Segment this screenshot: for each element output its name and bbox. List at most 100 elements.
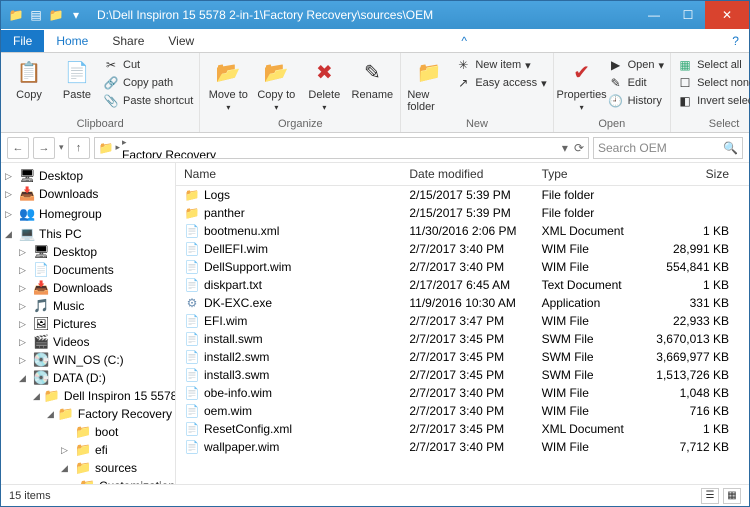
move-to-button[interactable]: 📂Move to▾	[206, 55, 250, 112]
col-name[interactable]: Name	[176, 163, 401, 186]
group-open-label: Open	[560, 118, 664, 132]
table-row[interactable]: 📄oem.wim2/7/2017 3:40 PMWIM File716 KB	[176, 402, 749, 420]
table-row[interactable]: ⚙DK-EXC.exe11/9/2016 10:30 AMApplication…	[176, 294, 749, 312]
table-row[interactable]: 📄EFI.wim2/7/2017 3:47 PMWIM File22,933 K…	[176, 312, 749, 330]
tree-node[interactable]: 📁Customizations	[1, 477, 175, 484]
table-row[interactable]: 📄diskpart.txt2/17/2017 6:45 AMText Docum…	[176, 276, 749, 294]
view-large-icon[interactable]: ▦	[723, 488, 741, 504]
tree-node[interactable]: ◢💻This PC	[1, 225, 175, 243]
chevron-right-icon: ▸	[122, 137, 127, 147]
search-placeholder: Search OEM	[598, 141, 667, 155]
tree-node[interactable]: ▷📄Documents	[1, 261, 175, 279]
help-icon[interactable]: ?	[722, 30, 749, 52]
col-size[interactable]: Size	[641, 163, 749, 186]
qat-dropdown-icon[interactable]: ▾	[67, 6, 85, 24]
tree-node[interactable]: 📁boot	[1, 423, 175, 441]
table-row[interactable]: 📄wallpaper.wim2/7/2017 3:40 PMWIM File7,…	[176, 438, 749, 456]
edit-button[interactable]: ✎Edit	[608, 75, 664, 91]
tree-node[interactable]: ▷🖼Pictures	[1, 315, 175, 333]
group-clipboard-label: Clipboard	[7, 118, 193, 132]
titlebar: 📁 ▤ 📁 ▾ D:\Dell Inspiron 15 5578 2-in-1\…	[1, 1, 749, 29]
tab-view[interactable]: View	[156, 30, 206, 52]
table-row[interactable]: 📄obe-info.wim2/7/2017 3:40 PMWIM File1,0…	[176, 384, 749, 402]
new-item-button[interactable]: ✳New item ▾	[455, 57, 546, 73]
tab-share[interactable]: Share	[100, 30, 156, 52]
tree-node[interactable]: ▷💽WIN_OS (C:)	[1, 351, 175, 369]
search-icon: 🔍	[723, 141, 738, 155]
table-row[interactable]: 📄install.swm2/7/2017 3:45 PMSWM File3,67…	[176, 330, 749, 348]
window-title: D:\Dell Inspiron 15 5578 2-in-1\Factory …	[93, 8, 637, 22]
invert-selection-button[interactable]: ◧Invert selection	[677, 93, 750, 109]
tree-node[interactable]: ▷📥Downloads	[1, 279, 175, 297]
ribbon: 📋Copy 📄Paste ✂Cut 🔗Copy path 📎Paste shor…	[1, 53, 749, 133]
tab-file[interactable]: File	[1, 30, 44, 52]
copy-path-button[interactable]: 🔗Copy path	[103, 75, 193, 91]
qat-newfolder-icon[interactable]: 📁	[47, 6, 65, 24]
minimize-button[interactable]: —	[637, 1, 671, 29]
table-row[interactable]: 📁panther2/15/2017 5:39 PMFile folder	[176, 204, 749, 222]
explorer-icon: 📁	[7, 6, 25, 24]
history-button[interactable]: 🕘History	[608, 93, 664, 109]
new-folder-button[interactable]: 📁New folder	[407, 55, 451, 113]
navbar: ← → ▾ ↑ 📁▸ This PC▸DATA (D:)▸Dell Inspir…	[1, 133, 749, 163]
table-row[interactable]: 📄ResetConfig.xml2/7/2017 3:45 PMXML Docu…	[176, 420, 749, 438]
copy-button[interactable]: 📋Copy	[7, 55, 51, 101]
tree-node[interactable]: ▷🎬Videos	[1, 333, 175, 351]
table-row[interactable]: 📄DellSupport.wim2/7/2017 3:40 PMWIM File…	[176, 258, 749, 276]
table-row[interactable]: 📄install2.swm2/7/2017 3:45 PMSWM File3,6…	[176, 348, 749, 366]
quick-access-toolbar: 📁 ▤ 📁 ▾	[7, 6, 85, 24]
up-button[interactable]: ↑	[68, 137, 90, 159]
back-button[interactable]: ←	[7, 137, 29, 159]
tree-node[interactable]: ▷🖥Desktop	[1, 167, 175, 185]
ribbon-collapse-icon[interactable]: ^	[451, 30, 477, 52]
group-select: ▦Select all ☐Select none ◧Invert selecti…	[671, 53, 750, 132]
tree-node[interactable]: ◢💽DATA (D:)	[1, 369, 175, 387]
rename-button[interactable]: ✎Rename	[350, 55, 394, 101]
tree-node[interactable]: ▷📥Downloads	[1, 185, 175, 203]
close-button[interactable]: ✕	[705, 1, 749, 29]
open-button[interactable]: ▶Open ▾	[608, 57, 664, 73]
refresh-icon[interactable]: ⟳	[570, 141, 584, 155]
search-box[interactable]: Search OEM 🔍	[593, 137, 743, 159]
cut-button[interactable]: ✂Cut	[103, 57, 193, 73]
recent-locations-icon[interactable]: ▾	[59, 142, 64, 153]
content: ▷🖥Desktop▷📥Downloads▷👥Homegroup◢💻This PC…	[1, 163, 749, 484]
delete-button[interactable]: ✖Delete▾	[302, 55, 346, 112]
table-row[interactable]: 📁Logs2/15/2017 5:39 PMFile folder	[176, 186, 749, 205]
group-organize: 📂Move to▾ 📂Copy to▾ ✖Delete▾ ✎Rename Org…	[200, 53, 401, 132]
tree-node[interactable]: ▷👥Homegroup	[1, 205, 175, 223]
col-date[interactable]: Date modified	[401, 163, 533, 186]
easy-access-button[interactable]: ↗Easy access ▾	[455, 75, 546, 91]
forward-button[interactable]: →	[33, 137, 55, 159]
paste-shortcut-button[interactable]: 📎Paste shortcut	[103, 93, 193, 109]
properties-button[interactable]: ✔Properties▾	[560, 55, 604, 112]
group-organize-label: Organize	[206, 118, 394, 132]
view-details-icon[interactable]: ☰	[701, 488, 719, 504]
qat-properties-icon[interactable]: ▤	[27, 6, 45, 24]
group-clipboard: 📋Copy 📄Paste ✂Cut 🔗Copy path 📎Paste shor…	[1, 53, 200, 132]
tree-node[interactable]: ▷🖥Desktop	[1, 243, 175, 261]
tree-node[interactable]: ◢📁Factory Recovery	[1, 405, 175, 423]
select-none-button[interactable]: ☐Select none	[677, 75, 750, 91]
tree-node[interactable]: ▷📁efi	[1, 441, 175, 459]
tree-node[interactable]: ▷🎵Music	[1, 297, 175, 315]
address-dropdown-icon[interactable]: ▾	[562, 141, 568, 155]
address-bar[interactable]: 📁▸ This PC▸DATA (D:)▸Dell Inspiron 15 55…	[94, 137, 589, 159]
select-all-button[interactable]: ▦Select all	[677, 57, 750, 73]
table-row[interactable]: 📄install3.swm2/7/2017 3:45 PMSWM File1,5…	[176, 366, 749, 384]
table-row[interactable]: 📄DellEFI.wim2/7/2017 3:40 PMWIM File28,9…	[176, 240, 749, 258]
breadcrumb-3[interactable]: Factory Recovery	[122, 148, 269, 159]
tab-home[interactable]: Home	[44, 30, 100, 52]
tree-node[interactable]: ◢📁Dell Inspiron 15 5578 2-in-1	[1, 387, 175, 405]
file-list[interactable]: Name Date modified Type Size 📁Logs2/15/2…	[176, 163, 749, 484]
maximize-button[interactable]: ☐	[671, 1, 705, 29]
nav-tree[interactable]: ▷🖥Desktop▷📥Downloads▷👥Homegroup◢💻This PC…	[1, 163, 176, 484]
tree-node[interactable]: ◢📁sources	[1, 459, 175, 477]
table-row[interactable]: 📄bootmenu.xml11/30/2016 2:06 PMXML Docum…	[176, 222, 749, 240]
paste-button[interactable]: 📄Paste	[55, 55, 99, 101]
copy-to-button[interactable]: 📂Copy to▾	[254, 55, 298, 112]
col-type[interactable]: Type	[534, 163, 641, 186]
window-buttons: — ☐ ✕	[637, 1, 749, 29]
status-bar: 15 items ☰ ▦	[1, 484, 749, 506]
ribbon-tabs: File Home Share View ^ ?	[1, 29, 749, 53]
